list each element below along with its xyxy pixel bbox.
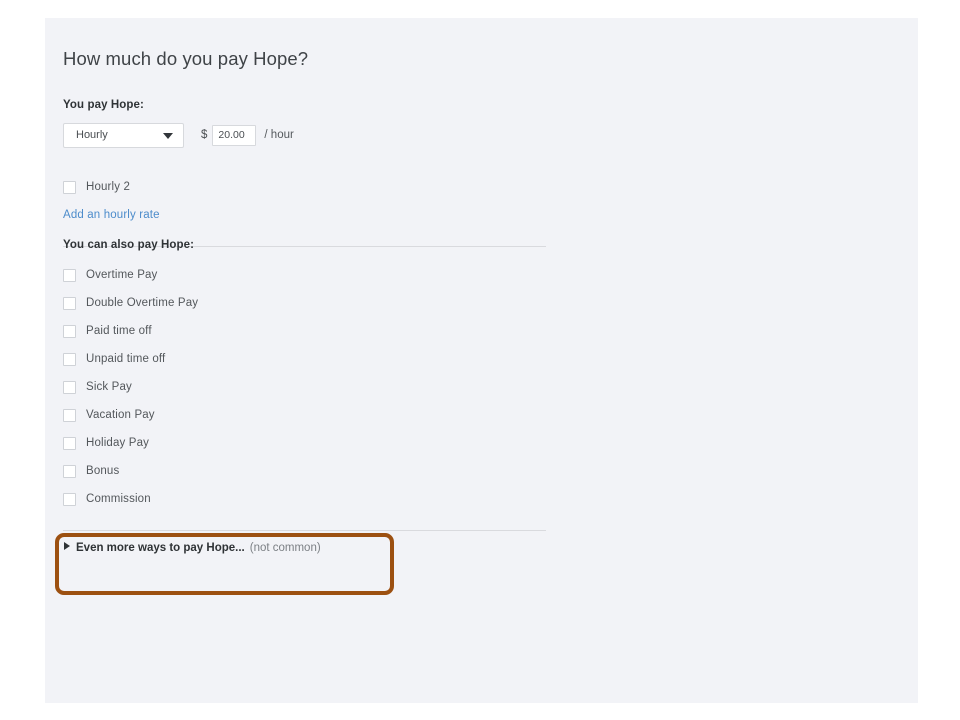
option-row-paid-time-off[interactable]: Paid time off (63, 323, 152, 339)
pay-type-select[interactable]: Hourly (63, 123, 184, 148)
pay-settings-panel: How much do you pay Hope? You pay Hope: … (45, 18, 918, 703)
checkbox-icon[interactable] (63, 269, 76, 282)
also-pay-label: You can also pay Hope: (63, 239, 194, 251)
option-label: Paid time off (86, 325, 152, 337)
option-label: Double Overtime Pay (86, 297, 198, 309)
add-hourly-rate-link[interactable]: Add an hourly rate (63, 209, 160, 221)
divider (63, 530, 546, 531)
rate-amount-input[interactable] (212, 125, 256, 146)
chevron-down-icon (163, 133, 173, 139)
screen: How much do you pay Hope? You pay Hope: … (0, 0, 960, 720)
option-label: Overtime Pay (86, 269, 157, 281)
checkbox-icon[interactable] (63, 409, 76, 422)
option-label: Bonus (86, 465, 119, 477)
option-row-vacation-pay[interactable]: Vacation Pay (63, 407, 155, 423)
option-row-sick-pay[interactable]: Sick Pay (63, 379, 132, 395)
option-row-double-overtime-pay[interactable]: Double Overtime Pay (63, 295, 198, 311)
option-row-overtime-pay[interactable]: Overtime Pay (63, 267, 157, 283)
option-label: Unpaid time off (86, 353, 165, 365)
even-more-ways-note: (not common) (250, 542, 321, 554)
hourly-2-checkbox-row[interactable]: Hourly 2 (63, 179, 130, 195)
option-label: Commission (86, 493, 151, 505)
checkbox-icon[interactable] (63, 353, 76, 366)
option-row-commission[interactable]: Commission (63, 491, 151, 507)
checkbox-icon[interactable] (63, 493, 76, 506)
hourly-2-label: Hourly 2 (86, 181, 130, 193)
you-pay-label: You pay Hope: (63, 99, 144, 111)
currency-symbol: $ (201, 129, 207, 141)
pay-rate-row: Hourly $ / hour (63, 122, 294, 148)
pay-type-select-value: Hourly (64, 129, 108, 141)
triangle-right-icon[interactable] (64, 542, 70, 550)
option-label: Vacation Pay (86, 409, 155, 421)
checkbox-icon[interactable] (63, 181, 76, 194)
per-unit-label: / hour (264, 129, 293, 141)
checkbox-icon[interactable] (63, 325, 76, 338)
checkbox-icon[interactable] (63, 437, 76, 450)
option-label: Holiday Pay (86, 437, 149, 449)
checkbox-icon[interactable] (63, 381, 76, 394)
even-more-ways-title: Even more ways to pay Hope... (76, 542, 245, 554)
option-row-unpaid-time-off[interactable]: Unpaid time off (63, 351, 165, 367)
option-row-bonus[interactable]: Bonus (63, 463, 119, 479)
even-more-ways-disclosure[interactable]: Even more ways to pay Hope... (not commo… (64, 542, 321, 554)
checkbox-icon[interactable] (63, 465, 76, 478)
option-row-holiday-pay[interactable]: Holiday Pay (63, 435, 149, 451)
option-label: Sick Pay (86, 381, 132, 393)
checkbox-icon[interactable] (63, 297, 76, 310)
page-title: How much do you pay Hope? (63, 48, 308, 70)
